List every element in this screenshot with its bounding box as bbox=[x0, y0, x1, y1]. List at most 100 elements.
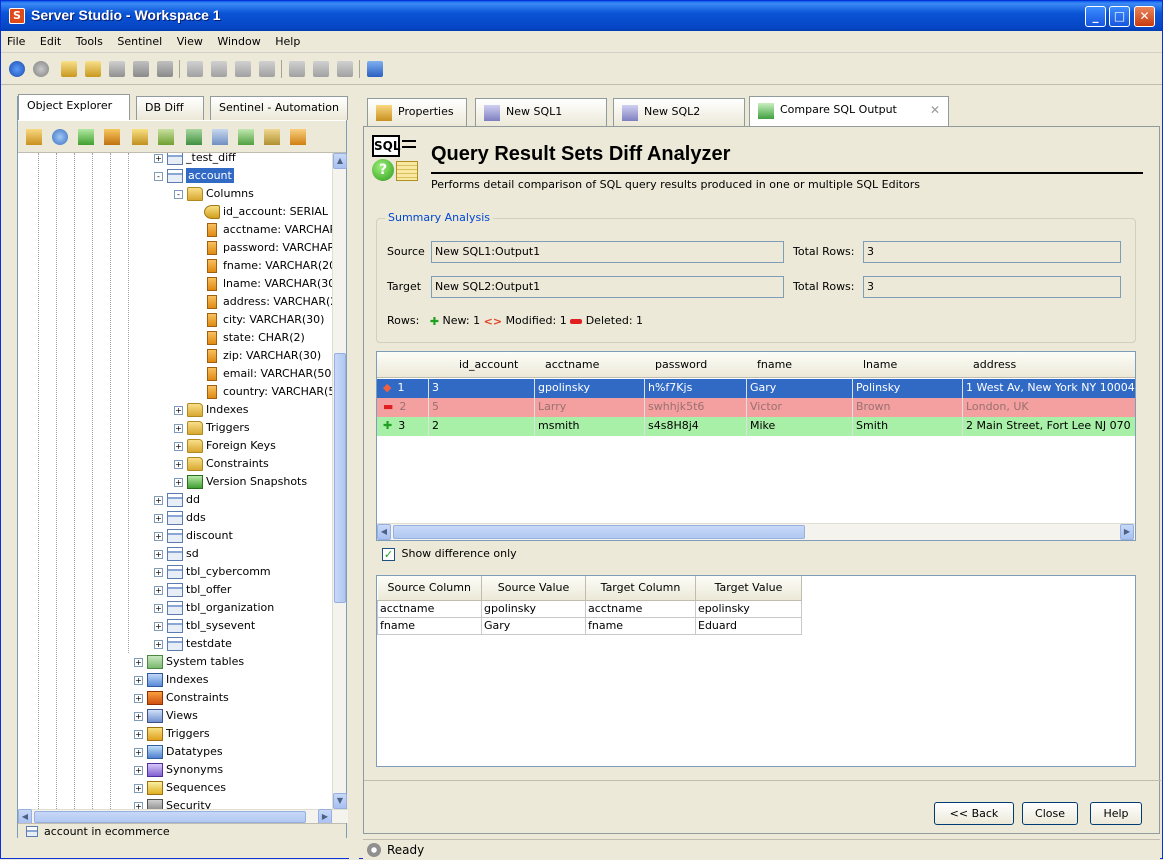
tree-item[interactable]: + tbl_organization bbox=[154, 599, 274, 617]
tree-item[interactable]: id_account: SERIAL bbox=[204, 203, 328, 221]
grid-cell[interactable]: London, UK bbox=[963, 398, 1135, 417]
show-difference-checkbox[interactable]: ✓ Show difference only bbox=[382, 547, 517, 561]
table-row[interactable]: acctname gpolinsky acctname epolinsky bbox=[377, 599, 802, 618]
scroll-up-icon[interactable]: ▲ bbox=[333, 153, 347, 169]
diff-cell[interactable]: gpolinsky bbox=[481, 599, 586, 618]
grid-column-header[interactable]: fname bbox=[757, 358, 792, 371]
tab-object-explorer[interactable]: Object Explorer bbox=[18, 94, 130, 120]
grid-cell[interactable]: 2 bbox=[429, 417, 535, 436]
expand-icon[interactable]: + bbox=[134, 711, 143, 721]
copy-icon[interactable] bbox=[211, 61, 227, 77]
expand-icon[interactable]: + bbox=[154, 153, 163, 163]
tree-item[interactable]: + Version Snapshots bbox=[174, 473, 307, 491]
tab-db-diff[interactable]: DB Diff bbox=[136, 96, 204, 120]
grid-cell[interactable]: 2 Main Street, Fort Lee NJ 070 bbox=[963, 417, 1135, 436]
grid-cell[interactable]: Polinsky bbox=[853, 379, 963, 398]
undo-icon[interactable] bbox=[187, 61, 203, 77]
table-row[interactable]: fname Gary fname Eduard bbox=[377, 616, 802, 635]
source-field[interactable]: New SQL1:Output1 bbox=[431, 241, 784, 263]
diff-cell[interactable]: fname bbox=[377, 616, 482, 635]
tree-item[interactable]: + Foreign Keys bbox=[174, 437, 276, 455]
tree-item[interactable]: city: VARCHAR(30) bbox=[204, 311, 324, 329]
diff-cell[interactable]: fname bbox=[585, 616, 696, 635]
filter-icon[interactable] bbox=[78, 129, 94, 145]
edit-icon[interactable] bbox=[104, 129, 120, 145]
tree-item[interactable]: email: VARCHAR(50) bbox=[204, 365, 334, 383]
back-button[interactable]: << Back bbox=[934, 802, 1014, 825]
expand-icon[interactable]: + bbox=[174, 405, 183, 415]
grid-column-header[interactable]: acctname bbox=[545, 358, 599, 371]
menu-sentinel[interactable]: Sentinel bbox=[111, 31, 167, 48]
save-all-icon[interactable] bbox=[157, 61, 173, 77]
sentinel-icon[interactable] bbox=[367, 61, 383, 77]
help-button[interactable]: Help bbox=[1090, 802, 1142, 825]
disconnect-icon[interactable] bbox=[313, 61, 329, 77]
tab-new-sql1[interactable]: New SQL1 bbox=[475, 98, 607, 126]
expand-icon[interactable]: + bbox=[154, 513, 163, 523]
expand-icon[interactable]: + bbox=[154, 639, 163, 649]
diff-column-header[interactable]: Target Column bbox=[585, 576, 696, 601]
close-window-button[interactable]: ✕ bbox=[1134, 6, 1155, 27]
table-row[interactable]: ▬ 2 5 Larry swhhjk5t6 Victor Brown London, UK bbox=[377, 398, 1135, 417]
tree-item[interactable]: + discount bbox=[154, 527, 233, 545]
tree-item[interactable]: + Sequences bbox=[134, 779, 226, 797]
expand-icon[interactable]: + bbox=[154, 585, 163, 595]
grid-cell[interactable]: gpolinsky bbox=[535, 379, 645, 398]
grid-cell[interactable]: 5 bbox=[429, 398, 535, 417]
collapse-icon[interactable]: - bbox=[174, 189, 183, 199]
tree-item[interactable]: acctname: VARCHAR( bbox=[204, 221, 334, 239]
source-total-field[interactable]: 3 bbox=[863, 241, 1121, 263]
target-total-field[interactable]: 3 bbox=[863, 276, 1121, 298]
tree-item[interactable]: + Constraints bbox=[134, 689, 229, 707]
export-icon[interactable] bbox=[290, 129, 306, 145]
grid-horizontal-scrollbar[interactable]: ◀ ▶ bbox=[377, 523, 1135, 540]
diff-cell[interactable]: epolinsky bbox=[695, 599, 802, 618]
expand-icon[interactable]: + bbox=[174, 423, 183, 433]
grid-cell[interactable]: Brown bbox=[853, 398, 963, 417]
grid-cell[interactable]: msmith bbox=[535, 417, 645, 436]
column-diff-table[interactable]: Source Column Source Value Target Column Ta… bbox=[377, 576, 802, 635]
calculator-icon[interactable] bbox=[186, 129, 202, 145]
table-row[interactable]: ✚ 3 2 msmith s4s8H8j4 Mike Smith 2 Main Street,… bbox=[377, 417, 1135, 436]
tree-item[interactable]: + dds bbox=[154, 509, 206, 527]
diff-cell[interactable]: acctname bbox=[377, 599, 482, 618]
object-tree[interactable]: + _test_diff - account - Columns id_account: S… bbox=[18, 153, 334, 809]
tree-item[interactable]: zip: VARCHAR(30) bbox=[204, 347, 321, 365]
expand-icon[interactable]: + bbox=[174, 441, 183, 451]
maximize-button[interactable]: □ bbox=[1109, 6, 1130, 27]
expand-icon[interactable]: + bbox=[174, 477, 183, 487]
grid-cell[interactable]: s4s8H8j4 bbox=[645, 417, 747, 436]
grid-cell[interactable]: 3 bbox=[429, 379, 535, 398]
tree-item[interactable]: - account bbox=[154, 167, 234, 185]
tree-item[interactable]: + Triggers bbox=[174, 419, 250, 437]
grid-column-header[interactable]: password bbox=[655, 358, 707, 371]
tree-item[interactable]: + dd bbox=[154, 491, 200, 509]
tab-new-sql2[interactable]: New SQL2 bbox=[613, 98, 745, 126]
menu-tools[interactable]: Tools bbox=[70, 31, 108, 48]
expand-icon[interactable]: + bbox=[134, 765, 143, 775]
expand-icon[interactable]: + bbox=[134, 657, 143, 667]
grid-cell[interactable]: h%f7Kjs bbox=[645, 379, 747, 398]
diff-cell[interactable]: acctname bbox=[585, 599, 696, 618]
tree-item[interactable]: + Indexes bbox=[174, 401, 248, 419]
grid-cell[interactable]: swhhjk5t6 bbox=[645, 398, 747, 417]
diff-cell[interactable]: Gary bbox=[481, 616, 586, 635]
tree-vertical-scrollbar[interactable]: ▲ ▼ bbox=[332, 153, 347, 809]
diff-cell[interactable]: Eduard bbox=[695, 616, 802, 635]
tree-item[interactable]: + Constraints bbox=[174, 455, 269, 473]
table-row[interactable]: ◆ 1 3 gpolinsky h%f7Kjs Gary Polinsky 1 West Av… bbox=[377, 379, 1135, 398]
tree-item[interactable]: - Columns bbox=[174, 185, 254, 203]
tree-item[interactable]: + testdate bbox=[154, 635, 232, 653]
expand-icon[interactable]: + bbox=[154, 549, 163, 559]
tree-item[interactable]: state: CHAR(2) bbox=[204, 329, 305, 347]
menu-window[interactable]: Window bbox=[211, 31, 265, 48]
report-icon[interactable] bbox=[264, 129, 280, 145]
grid-cell[interactable]: Larry bbox=[535, 398, 645, 417]
tree-h-scroll-thumb[interactable] bbox=[34, 811, 306, 823]
grid-scroll-right-icon[interactable]: ▶ bbox=[1120, 524, 1134, 540]
tree-item[interactable]: + Triggers bbox=[134, 725, 210, 743]
menu-view[interactable]: View bbox=[171, 31, 208, 48]
paste-icon[interactable] bbox=[235, 61, 251, 77]
save-icon[interactable] bbox=[133, 61, 149, 77]
grid-cell[interactable]: 1 West Av, New York NY 10004 bbox=[963, 379, 1135, 398]
